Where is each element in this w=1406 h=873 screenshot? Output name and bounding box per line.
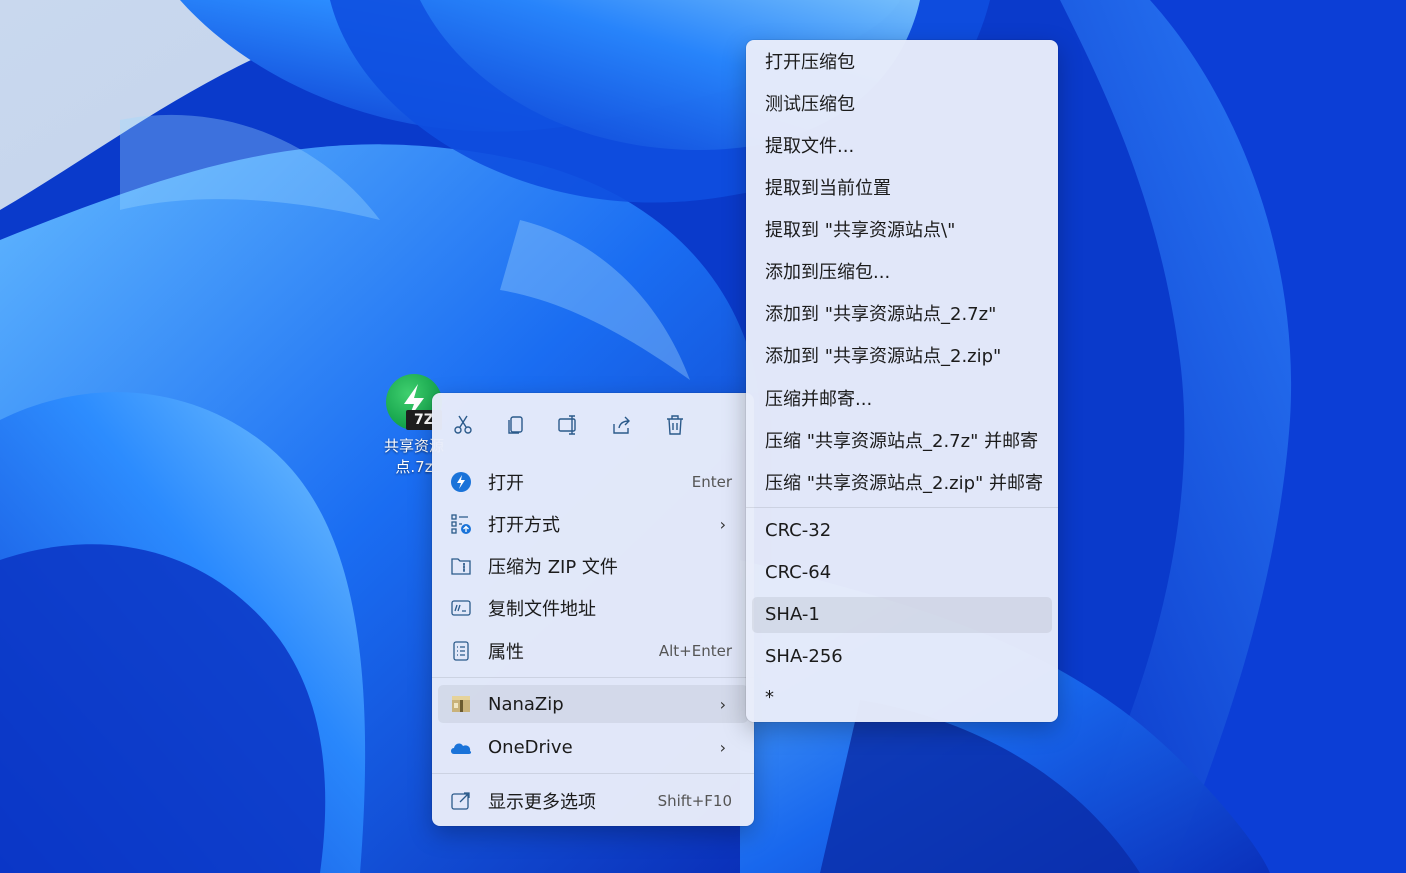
submenu-item-compress-email[interactable]: 压缩并邮寄... xyxy=(752,382,1052,418)
submenu-item-add-to-zip[interactable]: 添加到 "共享资源站点_2.zip" xyxy=(752,339,1052,375)
submenu-item-add-to-archive[interactable]: 添加到压缩包... xyxy=(752,255,1052,291)
submenu-item-crc64[interactable]: CRC-64 xyxy=(752,555,1052,591)
delete-icon xyxy=(667,415,683,435)
cut-button[interactable] xyxy=(443,405,483,445)
chevron-right-icon: › xyxy=(719,514,726,534)
nanazip-icon xyxy=(448,691,474,717)
submenu-item-compress-7z-email[interactable]: 压缩 "共享资源站点_2.7z" 并邮寄 xyxy=(752,424,1052,460)
menu-item-nanazip[interactable]: NanaZip › xyxy=(438,685,748,723)
menu-item-copy-path[interactable]: 复制文件地址 xyxy=(438,589,748,627)
submenu-item-open-archive[interactable]: 打开压缩包 xyxy=(752,45,1052,81)
share-button[interactable] xyxy=(602,405,642,445)
onedrive-icon xyxy=(448,734,474,760)
open-icon xyxy=(448,469,474,495)
context-menu: 打开 Enter 打开方式 › 压缩为 ZIP 文件 复制文件地址 属性 Alt… xyxy=(432,393,754,826)
more-options-icon xyxy=(448,788,474,814)
share-icon xyxy=(613,416,630,434)
menu-item-compress-zip[interactable]: 压缩为 ZIP 文件 xyxy=(438,547,748,585)
menu-separator xyxy=(432,773,754,774)
submenu-separator xyxy=(746,507,1058,508)
open-with-icon xyxy=(448,511,474,537)
menu-item-properties[interactable]: 属性 Alt+Enter xyxy=(438,632,748,670)
chevron-right-icon: › xyxy=(719,694,726,714)
submenu-item-sha256[interactable]: SHA-256 xyxy=(752,639,1052,675)
menu-item-open-with[interactable]: 打开方式 › xyxy=(438,505,748,543)
rename-button[interactable] xyxy=(549,405,589,445)
submenu-item-all-hashes[interactable]: * xyxy=(752,680,1052,716)
submenu-item-test-archive[interactable]: 测试压缩包 xyxy=(752,87,1052,123)
properties-icon xyxy=(448,638,474,664)
submenu-item-extract-here[interactable]: 提取到当前位置 xyxy=(752,171,1052,207)
submenu-item-extract-files[interactable]: 提取文件... xyxy=(752,129,1052,165)
submenu-item-sha1[interactable]: SHA-1 xyxy=(752,597,1052,633)
copy-icon xyxy=(508,416,523,434)
menu-separator xyxy=(432,677,754,678)
cut-icon xyxy=(454,415,472,434)
nanazip-submenu: 打开压缩包 测试压缩包 提取文件... 提取到当前位置 提取到 "共享资源站点\… xyxy=(746,40,1058,722)
submenu-item-crc32[interactable]: CRC-32 xyxy=(752,513,1052,549)
submenu-item-compress-zip-email[interactable]: 压缩 "共享资源站点_2.zip" 并邮寄 xyxy=(752,466,1052,502)
menu-item-show-more[interactable]: 显示更多选项 Shift+F10 xyxy=(438,782,748,820)
shortcut-label: Alt+Enter xyxy=(658,642,732,660)
context-menu-toolbar xyxy=(440,405,746,445)
copy-path-icon xyxy=(448,595,474,621)
copy-button[interactable] xyxy=(496,405,536,445)
shortcut-label: Shift+F10 xyxy=(657,792,732,810)
submenu-item-extract-to-folder[interactable]: 提取到 "共享资源站点\" xyxy=(752,213,1052,249)
menu-item-open[interactable]: 打开 Enter xyxy=(438,463,748,501)
chevron-right-icon: › xyxy=(719,737,726,757)
delete-button[interactable] xyxy=(655,405,695,445)
menu-item-onedrive[interactable]: OneDrive › xyxy=(438,728,748,766)
rename-icon xyxy=(558,415,576,435)
shortcut-label: Enter xyxy=(691,473,732,491)
zip-icon xyxy=(448,553,474,579)
submenu-item-add-to-7z[interactable]: 添加到 "共享资源站点_2.7z" xyxy=(752,297,1052,333)
